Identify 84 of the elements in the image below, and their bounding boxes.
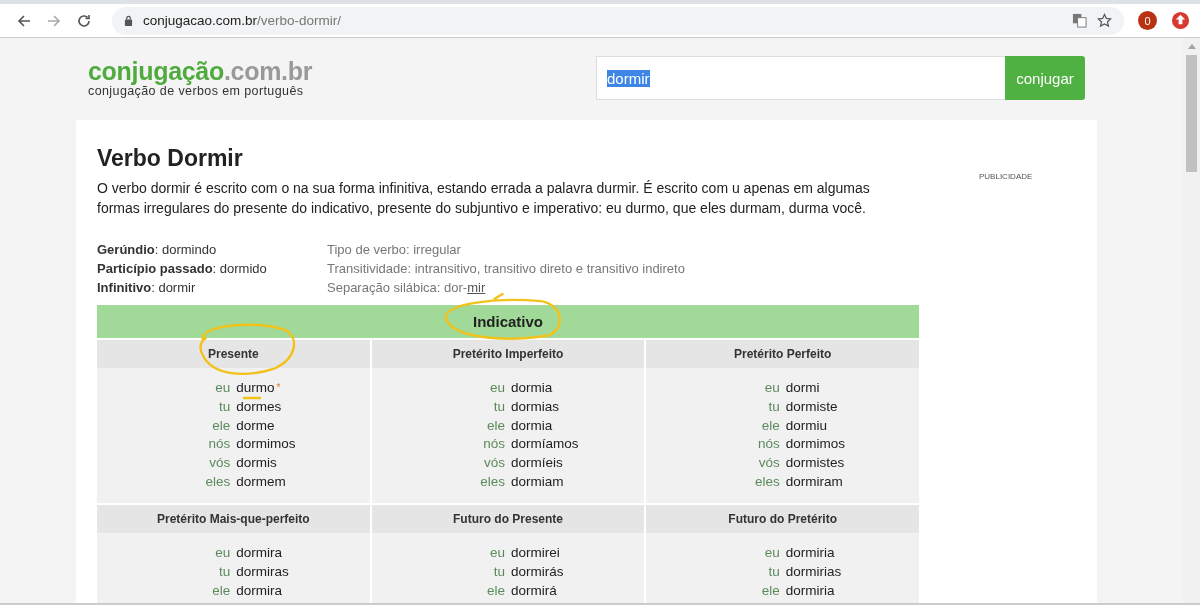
star-icon[interactable] bbox=[1097, 13, 1112, 28]
upload-icon[interactable] bbox=[1171, 11, 1190, 30]
pronoun: ele bbox=[760, 416, 780, 435]
pronoun: vós bbox=[757, 454, 780, 473]
pronoun: ele bbox=[486, 416, 505, 435]
tense-name: Futuro do Pretérito bbox=[728, 512, 837, 526]
pronoun: ele bbox=[760, 581, 780, 600]
verb-form: durmo bbox=[236, 380, 275, 395]
verb-info: Particípio passado: dormido bbox=[97, 260, 268, 278]
verb-form: dormiste bbox=[785, 398, 838, 414]
verb-form: dormistes bbox=[785, 455, 845, 471]
pronoun: tu bbox=[767, 562, 780, 581]
verb-form: dormiam bbox=[511, 474, 564, 489]
pronoun: eu bbox=[488, 544, 505, 562]
verb-form: dormis bbox=[236, 455, 277, 471]
tagline: conjugação de verbos em português bbox=[88, 84, 305, 98]
irregular-mark: * bbox=[276, 382, 281, 393]
verb-form: dormia bbox=[511, 417, 553, 433]
pronoun: ele bbox=[486, 581, 505, 600]
pronoun: tu bbox=[218, 397, 231, 416]
tense-name: Pretérito Mais-que-perfeito bbox=[157, 512, 310, 526]
intro-paragraph: O verbo dormir é escrito com o na sua forma infinitiva, estando errada a palavra durmir. É escrito com u apenas em algumas formas irregulares do presente do indicativo, presente do subjuntivo e imperativo: eu durmo, que eles durmam, durma você. bbox=[97, 179, 871, 218]
syllable-link[interactable]: mir bbox=[467, 280, 486, 295]
tense-name: Pretérito Perfeito bbox=[734, 347, 832, 361]
forward-icon[interactable] bbox=[46, 12, 62, 29]
verb-form: dormira bbox=[236, 582, 283, 598]
verb-info: Tipo de verbo: irregular bbox=[327, 242, 461, 257]
extension-badge[interactable]: 0 bbox=[1138, 11, 1157, 30]
verb-info: Separação silábica: dor- bbox=[327, 280, 468, 295]
verb-form: dormia bbox=[511, 380, 553, 395]
verb-form: dormiria bbox=[785, 545, 835, 560]
verb-form: dormirei bbox=[511, 545, 560, 560]
search-field[interactable]: dormir bbox=[596, 56, 1005, 100]
back-icon[interactable] bbox=[16, 12, 32, 29]
pronoun: nós bbox=[482, 435, 505, 454]
pronoun: vós bbox=[208, 454, 231, 473]
verb-info: Transitividade: intransitivo, transitivo direto e transitivo indireto bbox=[327, 261, 685, 276]
verb-form: dormiras bbox=[236, 563, 289, 579]
pronoun: tu bbox=[218, 562, 231, 581]
pronoun: nós bbox=[207, 435, 231, 454]
translate-icon[interactable] bbox=[1072, 13, 1087, 28]
pronoun: tu bbox=[492, 562, 505, 581]
pronoun: eles bbox=[753, 473, 780, 491]
pronoun: eles bbox=[204, 473, 231, 491]
pronoun: eu bbox=[488, 379, 505, 397]
tense-name: Futuro do Presente bbox=[453, 512, 563, 526]
verb-form: dormíeis bbox=[511, 455, 563, 471]
verb-form: dormirás bbox=[511, 563, 564, 579]
address-bar[interactable]: conjugacao.com.br/verbo-dormir/ bbox=[112, 6, 1124, 35]
verb-form: dorme bbox=[236, 417, 275, 433]
verb-form: dormes bbox=[236, 398, 282, 414]
pronoun: nós bbox=[756, 435, 780, 454]
verb-info: Infinitivo: dormir bbox=[97, 279, 197, 297]
verb-form: dormíamos bbox=[511, 436, 579, 452]
pronoun: ele bbox=[211, 581, 231, 600]
verb-form: dormira bbox=[236, 545, 283, 560]
pronoun: eu bbox=[763, 544, 780, 562]
verb-form: dormiria bbox=[785, 582, 835, 598]
verb-form: dormias bbox=[511, 398, 559, 414]
verb-form: dormimos bbox=[236, 436, 296, 452]
pronoun: eu bbox=[214, 544, 231, 562]
pronoun: ele bbox=[211, 416, 231, 435]
tense-name: Pretérito Imperfeito bbox=[452, 347, 564, 361]
pronoun: tu bbox=[767, 397, 780, 416]
tense-name: Presente bbox=[208, 347, 259, 361]
ad-label: PUBLICIDADE bbox=[979, 172, 1033, 183]
pronoun: eu bbox=[763, 379, 780, 397]
page-title: Verbo Dormir bbox=[97, 144, 244, 172]
verb-form: dormiram bbox=[785, 474, 843, 489]
verb-form: dormiu bbox=[785, 417, 827, 433]
verb-form: dormi bbox=[785, 380, 820, 395]
verb-info: Gerúndio: dormindo bbox=[97, 241, 218, 259]
reload-icon[interactable] bbox=[76, 12, 92, 29]
verb-form: dormem bbox=[236, 474, 286, 489]
mood-title: Indicativo bbox=[473, 313, 543, 330]
verb-form: dormimos bbox=[785, 436, 845, 452]
pronoun: eu bbox=[214, 379, 231, 397]
lock-icon bbox=[124, 15, 133, 26]
verb-form: dormirias bbox=[785, 563, 842, 579]
scroll-thumb[interactable] bbox=[1186, 55, 1197, 172]
pronoun: vós bbox=[483, 454, 505, 473]
pronoun: eles bbox=[479, 473, 505, 491]
verb-form: dormirá bbox=[511, 582, 557, 598]
pronoun: tu bbox=[492, 397, 505, 416]
